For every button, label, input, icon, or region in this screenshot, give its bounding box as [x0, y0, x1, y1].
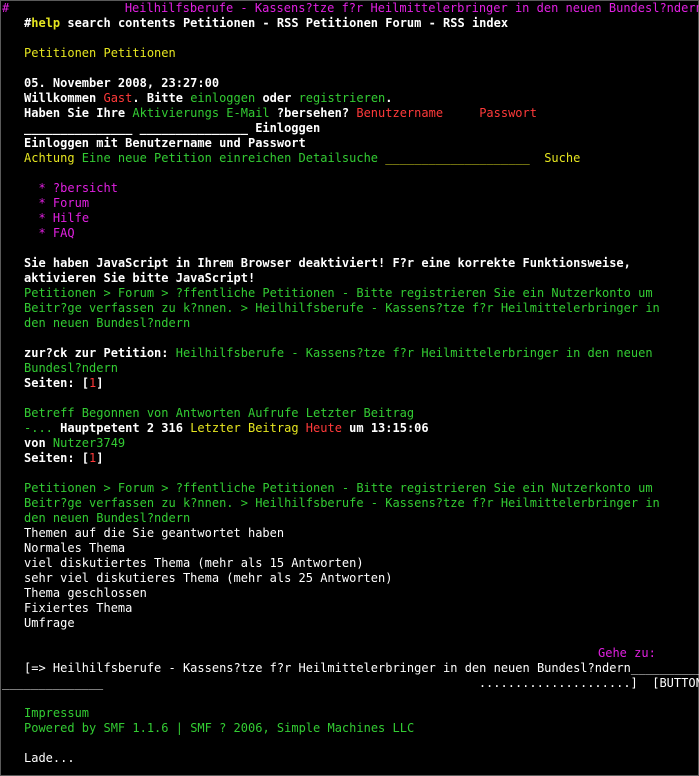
petitionen-link[interactable]: Petitionen	[24, 46, 96, 60]
login-input-fields[interactable]: _______________ _______________	[24, 121, 255, 135]
back-petition-link-cont[interactable]: Bundesl?ndern	[24, 361, 118, 376]
missed-text-b: ?bersehen?	[269, 106, 357, 120]
header-title-line: # Heilhilfsberufe - Kassens?tze f?r Heil…	[2, 1, 699, 16]
topic-status: -...	[24, 421, 53, 435]
smf-copyright-link[interactable]: SMF ? 2006, Simple Machines LLC	[190, 721, 414, 735]
js-notice-line2: aktivieren Sie bitte JavaScript!	[24, 271, 256, 285]
back-to-petition-line: zur?ck zur Petition: Heilhilfsberufe - K…	[24, 346, 653, 361]
search-button[interactable]: Suche	[544, 151, 580, 165]
back-label: zur?ck zur Petition:	[24, 346, 176, 360]
site-title-link[interactable]: Heilhilfsberufe - Kassens?tze f?r Heilmi…	[125, 1, 699, 15]
bullet-icon: *	[38, 196, 46, 210]
bullet-icon: *	[38, 211, 46, 225]
topic-counts: 2 316	[139, 421, 191, 435]
legend-item: Umfrage	[24, 616, 75, 630]
breadcrumb-top-line3[interactable]: den neuen Bundesl?ndern	[24, 316, 190, 331]
by-label: von	[24, 436, 53, 450]
breadcrumb-top-line1[interactable]: Petitionen > Forum > ?ffentliche Petitio…	[24, 286, 653, 301]
footer-separator: |	[168, 721, 191, 735]
menu-item-label[interactable]: Hilfe	[53, 211, 89, 225]
legend-item: Normales Thema	[24, 541, 126, 555]
topic-author-line: von Nutzer3749	[24, 436, 125, 451]
nav-help-link[interactable]: help	[31, 16, 60, 30]
today-label: Heute	[305, 421, 342, 435]
or-text: oder	[255, 91, 299, 105]
legend-item: Thema geschlossen	[24, 586, 147, 600]
jump-go-button[interactable]: [BUTTON]	[652, 676, 699, 690]
login-button[interactable]: Einloggen	[255, 121, 320, 135]
bullet-icon: *	[38, 226, 46, 240]
powered-by-text: Powered by	[24, 721, 104, 735]
jump-select-tail[interactable]: ______________ .....................]	[2, 676, 638, 690]
please-text: . Bitte	[132, 91, 191, 105]
legend-item: sehr viel diskutieres Thema (mehr als 25…	[24, 571, 393, 585]
pagination-bottom: Seiten: [1]	[24, 451, 104, 466]
menu-item-label[interactable]: ?bersicht	[53, 181, 118, 195]
activation-email-link[interactable]: Aktivierungs E-Mail	[132, 106, 269, 120]
login-fields-line: _______________ _______________ Einlogge…	[24, 121, 320, 136]
legend-item: viel diskutiertes Thema (mehr als 15 Ant…	[24, 556, 364, 570]
menu-item-faq[interactable]: * FAQ	[24, 226, 75, 241]
petitionen-line: Petitionen Petitionen	[24, 46, 176, 61]
last-post-time: um 13:15:06	[341, 421, 429, 435]
missed-text-a: Haben Sie Ihre	[24, 106, 133, 120]
current-date: 05. November 2008, 23:27:00	[24, 76, 220, 90]
legend-item: Themen auf die Sie geantwortet haben	[24, 526, 285, 540]
breadcrumb-bottom-line1[interactable]: Petitionen > Forum > ?ffentliche Petitio…	[24, 481, 653, 496]
jump-to-select[interactable]: [=> Heilhilfsberufe - Kassens?tze f?r He…	[24, 661, 699, 676]
dot-text: .	[385, 91, 393, 105]
menu-item-overview[interactable]: * ?bersicht	[24, 181, 118, 196]
petitionen-text: Petitionen	[96, 46, 176, 60]
username-label: Benutzername	[356, 106, 444, 120]
legend-item: Fixiertes Thema	[24, 601, 133, 615]
powered-by-line: Powered by SMF 1.1.6 | SMF ? 2006, Simpl…	[24, 721, 414, 736]
back-petition-link[interactable]: Heilhilfsberufe - Kassens?tze f?r Heilmi…	[176, 346, 653, 360]
top-nav: #help search contents Petitionen - RSS P…	[24, 16, 508, 31]
guest-label: Gast	[103, 91, 133, 105]
loading-status: Lade...	[24, 751, 75, 765]
impressum-link[interactable]: Impressum	[24, 706, 89, 721]
menu-item-forum[interactable]: * Forum	[24, 196, 89, 211]
welcome-line: Willkommen Gast. Bitte einloggen oder re…	[24, 91, 393, 106]
new-petition-link[interactable]: Eine neue Petition einreichen Detailsuch…	[75, 151, 386, 165]
menu-item-label[interactable]: Forum	[53, 196, 89, 210]
topic-table-header: Betreff Begonnen von Antworten Aufrufe L…	[24, 406, 415, 420]
bullet-icon: *	[38, 181, 46, 195]
login-with-text: Einloggen mit Benutzername und Passwort	[24, 136, 306, 150]
pages-close: ]	[96, 376, 104, 390]
jump-to-select-cont: ______________ .....................] [B…	[2, 676, 699, 691]
nav-links[interactable]: search contents Petitionen - RSS Petitio…	[60, 16, 508, 30]
smf-version-link[interactable]: SMF 1.1.6	[103, 721, 168, 735]
search-line: Achtung Eine neue Petition einreichen De…	[24, 151, 580, 166]
pages-label: Seiten: [	[24, 451, 90, 465]
pages-close: ]	[96, 451, 104, 465]
welcome-text: Willkommen	[24, 91, 104, 105]
table-row: -... Hauptpetent 2 316 Letzter Beitrag H…	[24, 421, 429, 436]
topic-title-link[interactable]: Hauptpetent	[53, 421, 139, 435]
breadcrumb-bottom-line3[interactable]: den neuen Bundesl?ndern	[24, 511, 190, 526]
login-link[interactable]: einloggen	[190, 91, 255, 105]
pagination-top: Seiten: [1]	[24, 376, 104, 391]
activation-line: Haben Sie Ihre Aktivierungs E-Mail ?bers…	[24, 106, 537, 121]
menu-item-label[interactable]: FAQ	[53, 226, 75, 240]
register-link[interactable]: registrieren	[299, 91, 386, 105]
breadcrumb-bottom-line2[interactable]: Beitr?ge verfassen zu k?nnen. > Heilhilf…	[24, 496, 660, 511]
breadcrumb-top-line2[interactable]: Beitr?ge verfassen zu k?nnen. > Heilhilf…	[24, 301, 660, 316]
menu-item-help[interactable]: * Hilfe	[24, 211, 89, 226]
password-label: Passwort	[479, 106, 537, 120]
jump-to-label: Gehe zu:	[598, 646, 656, 660]
js-notice-line1: Sie haben JavaScript in Ihrem Browser de…	[24, 256, 631, 270]
attention-label: Achtung	[24, 151, 75, 165]
pages-label: Seiten: [	[24, 376, 90, 390]
search-input[interactable]: ____________________	[385, 151, 530, 165]
last-post-link[interactable]: Letzter Beitrag	[190, 421, 298, 435]
author-link[interactable]: Nutzer3749	[53, 436, 125, 450]
